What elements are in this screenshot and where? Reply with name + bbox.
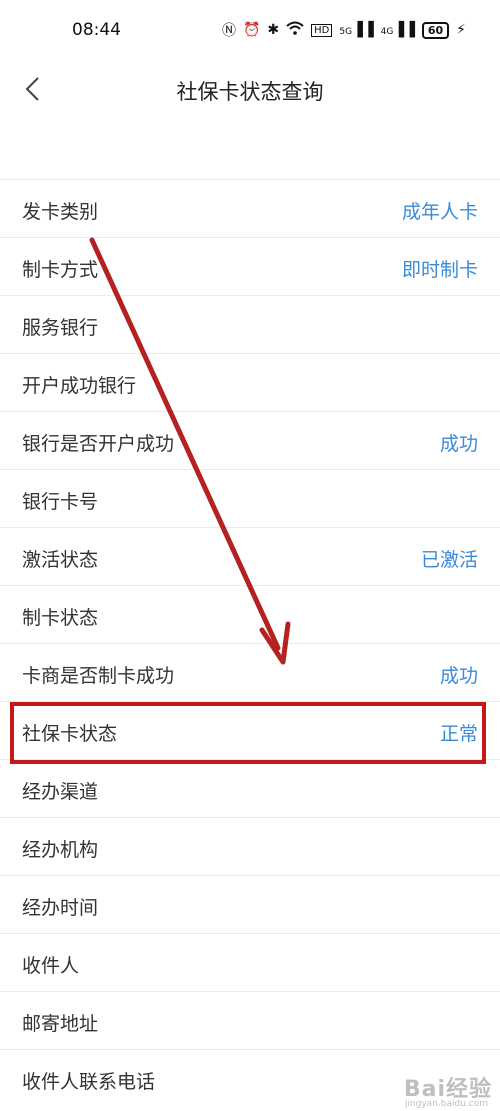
annotation-arrow (89, 237, 291, 665)
arrow-line (89, 237, 281, 651)
watermark-url: jingyan.baidu.com (404, 1099, 488, 1109)
